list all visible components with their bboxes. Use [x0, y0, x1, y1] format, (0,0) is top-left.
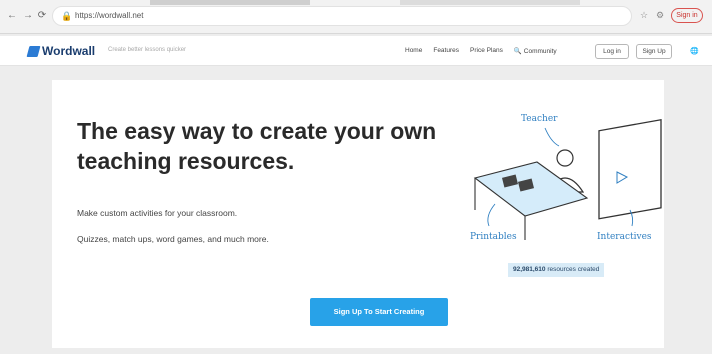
browser-tab[interactable]	[400, 0, 580, 5]
nav-price-plans[interactable]: Price Plans	[470, 47, 503, 55]
signup-cta-button[interactable]: Sign Up To Start Creating	[310, 298, 448, 326]
browser-signin-button[interactable]: Sign in	[671, 8, 703, 23]
nav-community[interactable]: 🔍 Community	[514, 47, 557, 55]
lock-icon: 🔒	[61, 11, 73, 21]
resources-count-suffix: resources created	[547, 266, 600, 273]
interactives-label: Interactives	[597, 232, 652, 242]
logo-text: Wordwall	[42, 44, 96, 58]
wordwall-logo[interactable]: Wordwall	[26, 44, 96, 58]
site-header: Wordwall Create better lessons quicker H…	[0, 36, 712, 66]
globe-icon[interactable]: 🌐	[690, 47, 699, 55]
logo-mark-icon	[26, 45, 41, 57]
hero-subtext-2: Quizzes, match ups, word games, and much…	[77, 234, 269, 244]
tagline: Create better lessons quicker	[108, 47, 187, 53]
browser-toolbar: ← → ⟳ 🔒 https://wordwall.net ☆ ⚙ Sign in	[0, 0, 712, 34]
hero-subtext-1: Make custom activities for your classroo…	[77, 208, 238, 218]
resources-count: 92,981,610	[513, 266, 546, 273]
address-bar[interactable]: 🔒 https://wordwall.net	[52, 6, 632, 26]
nav-features[interactable]: Features	[433, 47, 459, 55]
back-arrow-icon[interactable]: ←	[6, 10, 18, 22]
resources-counter-badge: 92,981,610 resources created	[508, 263, 605, 277]
signup-button[interactable]: Sign Up	[636, 44, 672, 59]
star-icon[interactable]: ☆	[638, 9, 650, 21]
login-button[interactable]: Log in	[595, 44, 629, 59]
browser-window: ← → ⟳ 🔒 https://wordwall.net ☆ ⚙ Sign in…	[0, 0, 712, 354]
forward-arrow-icon[interactable]: →	[22, 10, 34, 22]
hero-card: The easy way to create your own teaching…	[52, 80, 664, 348]
nav-home[interactable]: Home	[405, 47, 422, 55]
url-text: https://wordwall.net	[75, 11, 144, 20]
extension-icon[interactable]: ⚙	[654, 9, 666, 21]
hero-headline: The easy way to create your own teaching…	[77, 118, 437, 174]
teacher-label: Teacher	[521, 114, 558, 124]
classroom-illustration	[473, 119, 662, 240]
browser-tab[interactable]	[150, 0, 310, 5]
search-icon: 🔍	[513, 48, 522, 55]
reload-icon[interactable]: ⟳	[36, 10, 48, 22]
main-nav: Home Features Price Plans 🔍 Community	[405, 47, 557, 55]
printables-label: Printables	[470, 232, 517, 242]
